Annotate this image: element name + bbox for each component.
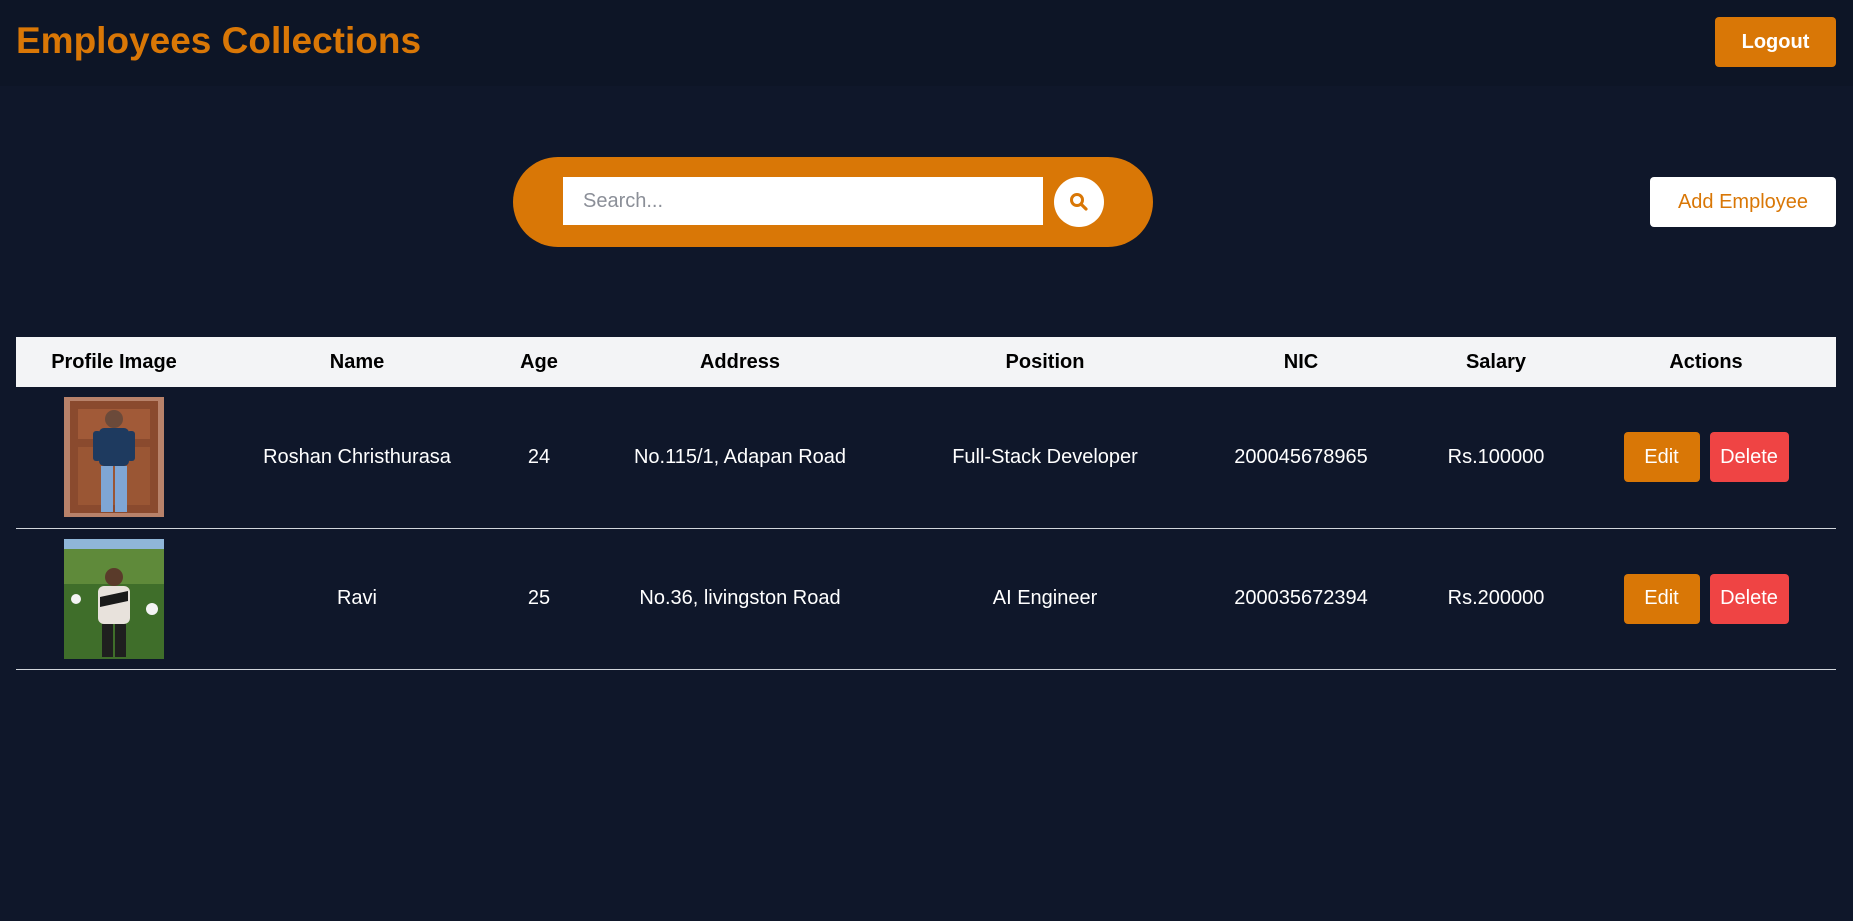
search-button[interactable] bbox=[1054, 177, 1104, 227]
employee-name: Roshan Christhurasa bbox=[212, 387, 502, 529]
row-actions: Edit Delete bbox=[1576, 573, 1836, 624]
employee-nic: 200045678965 bbox=[1186, 387, 1416, 529]
edit-button[interactable]: Edit bbox=[1623, 573, 1700, 624]
column-header-profile-image: Profile Image bbox=[51, 350, 177, 373]
employee-age: 25 bbox=[502, 528, 576, 670]
top-header: Employees Collections Logout bbox=[0, 0, 1853, 86]
search-icon bbox=[1070, 193, 1088, 211]
profile-photo bbox=[64, 397, 164, 518]
edit-button[interactable]: Edit bbox=[1623, 432, 1700, 483]
employee-address: No.36, livingston Road bbox=[576, 528, 904, 670]
column-header-name: Name bbox=[329, 350, 385, 373]
employees-table: Profile Image Name Age Address Position … bbox=[16, 337, 1836, 670]
employee-address: No.115/1, Adapan Road bbox=[576, 387, 904, 529]
employee-nic: 200035672394 bbox=[1186, 528, 1416, 670]
column-header-age: Age bbox=[520, 350, 558, 373]
table-row: Ravi 25 No.36, livingston Road AI Engine… bbox=[16, 528, 1836, 670]
search-bar bbox=[513, 157, 1153, 247]
profile-image-cell bbox=[16, 387, 212, 529]
column-header-nic: NIC bbox=[1283, 350, 1319, 373]
profile-image-cell bbox=[16, 528, 212, 670]
employee-position: Full-Stack Developer bbox=[904, 387, 1186, 529]
employee-age: 24 bbox=[502, 387, 576, 529]
employee-name: Ravi bbox=[212, 528, 502, 670]
page-title: Employees Collections bbox=[16, 20, 422, 61]
profile-photo bbox=[64, 538, 164, 659]
search-input[interactable] bbox=[563, 177, 1043, 225]
row-actions: Edit Delete bbox=[1576, 432, 1836, 483]
column-header-salary: Salary bbox=[1465, 350, 1527, 373]
delete-button[interactable]: Delete bbox=[1709, 432, 1789, 483]
employee-salary: Rs.100000 bbox=[1416, 387, 1576, 529]
employee-salary: Rs.200000 bbox=[1416, 528, 1576, 670]
column-header-actions: Actions bbox=[1669, 350, 1743, 373]
table-header-row: Profile Image Name Age Address Position … bbox=[16, 337, 1836, 387]
table-row: Roshan Christhurasa 24 No.115/1, Adapan … bbox=[16, 387, 1836, 529]
employee-position: AI Engineer bbox=[904, 528, 1186, 670]
actions-cell: Edit Delete bbox=[1576, 387, 1836, 529]
add-employee-button[interactable]: Add Employee bbox=[1650, 177, 1836, 227]
logout-button[interactable]: Logout bbox=[1715, 17, 1836, 67]
delete-button[interactable]: Delete bbox=[1709, 573, 1789, 624]
actions-cell: Edit Delete bbox=[1576, 528, 1836, 670]
column-header-position: Position bbox=[1005, 350, 1085, 373]
column-header-address: Address bbox=[699, 350, 781, 373]
